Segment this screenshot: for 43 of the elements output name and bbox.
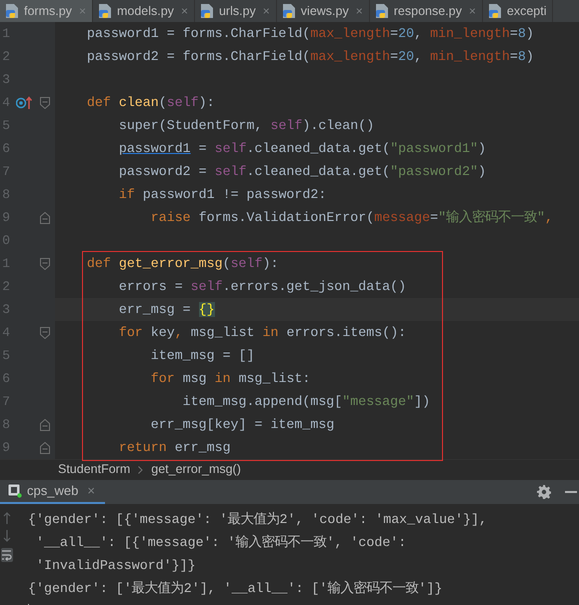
code-line: item_msg = []	[150, 347, 254, 365]
up-arrow-icon[interactable]	[3, 512, 11, 524]
python-file-icon	[4, 3, 20, 19]
fold-marker-icon[interactable]	[40, 326, 50, 338]
code-line: err_msg = {}	[118, 301, 215, 319]
python-file-icon	[280, 3, 297, 19]
fold-marker-icon[interactable]	[40, 258, 50, 270]
code-line: for key, msg_list in errors.items():	[118, 324, 406, 342]
code-line: password2 = forms.CharField(max_length=20, min_length=8)	[86, 48, 534, 66]
fold-marker-icon[interactable]	[40, 96, 50, 108]
code-line: super(StudentForm, self).clean()	[118, 117, 374, 135]
console-output-line: 'InvalidPassword'}]}	[34, 557, 197, 575]
code-line: errors = self.errors.get_json_data()	[118, 278, 406, 296]
python-file-icon	[198, 3, 215, 19]
python-file-icon	[486, 3, 503, 19]
code-line: raise forms.ValidationError(message="输入密码不一致",	[150, 208, 554, 227]
code-line: def clean(self):	[86, 94, 215, 112]
fold-marker-icon[interactable]	[40, 212, 50, 224]
breadcrumb-item[interactable]: StudentForm	[58, 460, 130, 479]
code-line: err_msg[key] = item_msg	[150, 416, 334, 434]
code-line: def get_error_msg(self):	[86, 255, 278, 273]
code-line: password1 = forms.CharField(max_length=20, min_length=8)	[86, 25, 534, 43]
code-line: password2 = self.cleaned_data.get("password2")	[118, 163, 486, 181]
soft-wrap-icon[interactable]	[1, 548, 13, 562]
fold-marker-icon[interactable]	[40, 442, 50, 454]
code-line: if password1 != password2:	[118, 186, 326, 204]
settings-icon[interactable]	[537, 485, 551, 499]
console-output-line: {'gender': [{'message': '最大值为2', 'code': 'max_value'}],	[28, 510, 487, 529]
code-line: item_msg.append(msg["message"])	[182, 393, 430, 411]
breadcrumb-item[interactable]: get_error_msg()	[151, 460, 241, 479]
console-output-line: '__all__': [{'message': '输入密码不一致', 'code':	[34, 534, 408, 552]
python-file-icon	[96, 3, 113, 19]
chevron-icon	[138, 466, 144, 474]
python-file-icon	[374, 3, 390, 19]
fold-marker-icon[interactable]	[40, 418, 50, 430]
code-line: for msg in msg_list:	[150, 370, 310, 388]
console-output-line: {'gender': ['最大值为2'], '__all__': ['输入密码不一致']}	[28, 580, 444, 598]
override-marker-icon[interactable]	[16, 96, 34, 110]
code-line: password1 = self.cleaned_data.get("password1")	[118, 140, 486, 158]
code-line: return err_msg	[118, 439, 231, 457]
file-tab[interactable]: forms.py ×	[0, 0, 93, 22]
django-icon	[8, 484, 22, 498]
down-arrow-icon[interactable]	[3, 530, 11, 542]
